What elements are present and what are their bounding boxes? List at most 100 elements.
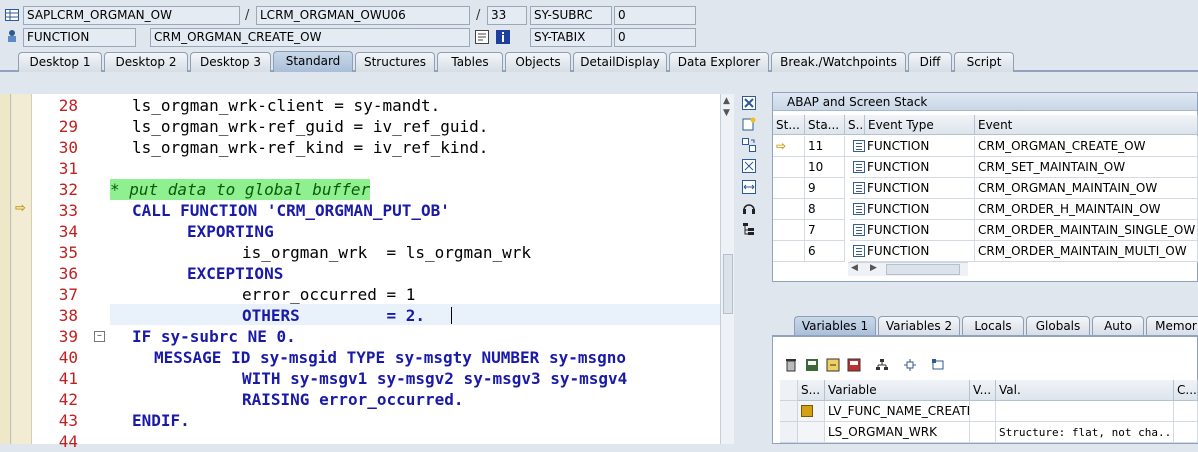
stack-event-cell: CRM_ORGMAN_CREATE_OW [975,136,1198,157]
scroll-thumb[interactable] [886,264,960,275]
line-number: 40 [58,348,78,367]
info-icon[interactable] [496,30,510,44]
stack-horizontal-scrollbar[interactable]: ◀ ▶ [848,262,968,276]
sy-subrc-value[interactable]: 0 [614,6,696,25]
stack-col-s[interactable]: S... [845,115,865,135]
vars-col-s[interactable]: S... [798,380,825,401]
line-number-field[interactable]: 33 [487,6,527,25]
stack-level-cell: 6 [805,241,845,262]
stack-type-cell: FUNCTION [850,220,975,241]
sy-tabix-label[interactable]: SY-TABIX [530,28,612,47]
tab-data-explorer[interactable]: Data Explorer [669,52,769,72]
code-text: is_orgman_wrk = ls_orgman_wrk [242,243,531,262]
display-source-icon[interactable] [475,30,489,44]
export-icon[interactable] [846,358,862,374]
tab-standard[interactable]: Standard [273,51,353,72]
tab-desktop-2[interactable]: Desktop 2 [104,52,188,72]
code-text: WITH sy-msgv1 sy-msgv2 sy-msgv3 sy-msgv4 [242,369,628,388]
event-name-field[interactable]: CRM_ORGMAN_CREATE_OW [150,28,470,47]
tree-icon[interactable] [874,358,890,374]
tab-objects[interactable]: Objects [505,52,571,72]
line-number: 42 [58,390,78,409]
sy-tabix-value[interactable]: 0 [614,28,696,47]
code-text: EXPORTING [187,222,274,241]
tab-desktop-1[interactable]: Desktop 1 [18,52,102,72]
function-icon [853,140,865,152]
fit-icon[interactable] [741,159,757,175]
code-text: EXCEPTIONS [187,264,284,283]
stack-col-level[interactable]: Sta... [805,115,845,135]
tab-variables-1[interactable]: Variables 1 [794,316,876,336]
tab-auto[interactable]: Auto [1092,316,1144,336]
editor-vertical-scrollbar[interactable]: ▲ ▼ [720,94,734,444]
include-field[interactable]: LCRM_ORGMAN_OWU06 [256,6,470,25]
tab-memory[interactable]: Memor [1146,316,1198,336]
code-text: CALL FUNCTION 'CRM_ORGMAN_PUT_OB' [132,201,450,220]
tab-break-watchpoints[interactable]: Break./Watchpoints [771,52,906,72]
scroll-thumb[interactable] [723,254,733,314]
delete-icon[interactable] [783,358,799,374]
scroll-right-icon[interactable]: ▶ [870,263,877,273]
tab-diff[interactable]: Diff [908,52,952,72]
tab-tables[interactable]: Tables [437,52,503,72]
scroll-down-icon[interactable]: ▼ [723,108,730,118]
line-number: 29 [58,117,78,136]
stack-level-cell: 8 [805,199,845,220]
tree-icon[interactable] [741,222,757,238]
program-field[interactable]: SAPLCRM_ORGMAN_OW [23,6,240,25]
tab-script[interactable]: Script [954,52,1014,72]
headset-icon[interactable] [741,201,757,217]
line-number: 43 [58,411,78,430]
separator: / [245,8,250,23]
tab-locals[interactable]: Locals [962,316,1024,336]
scroll-left-icon[interactable]: ◀ [851,263,858,273]
stack-col-event-type[interactable]: Event Type [865,115,975,135]
stack-col-event[interactable]: Event [975,115,1198,135]
text-cursor [451,307,452,324]
code-text: ls_orgman_wrk-ref_kind = iv_ref_kind. [132,138,489,157]
vars-col-c[interactable]: C... [1174,380,1198,401]
row-selector[interactable] [780,401,798,422]
line-number: 44 [58,432,78,451]
function-icon [853,161,865,173]
swap-icon[interactable] [741,138,757,154]
line-number: 30 [58,138,78,157]
import-icon[interactable] [825,358,841,374]
expand-icon[interactable] [741,180,757,196]
line-number: 28 [58,96,78,115]
stack-col-status[interactable]: St... [773,115,805,135]
stack-type-cell: FUNCTION [850,241,975,262]
stack-type-cell: FUNCTION [850,136,975,157]
new-icon[interactable] [741,117,757,133]
tab-desktop-3[interactable]: Desktop 3 [190,52,271,72]
tab-structures[interactable]: Structures [355,52,435,72]
row-selector-header[interactable] [780,380,798,401]
event-type-field[interactable]: FUNCTION [23,28,136,47]
sy-subrc-label[interactable]: SY-SUBRC [530,6,612,25]
filter-icon[interactable] [930,358,946,374]
function-icon [853,203,865,215]
tab-variables-2[interactable]: Variables 2 [878,316,960,336]
stack-type-cell: FUNCTION [850,157,975,178]
vars-col-variable[interactable]: Variable [825,380,970,401]
save-icon[interactable] [804,358,820,374]
vars-name-cell[interactable]: LV_FUNC_NAME_CREATE... [825,401,970,422]
row-selector[interactable] [780,422,798,443]
vars-col-v[interactable]: V... [970,380,996,401]
comment-text: * put data to global buffer [110,179,371,200]
collapse-icon[interactable]: – [94,331,105,342]
function-icon [853,224,865,236]
vars-value-cell[interactable]: Structure: flat, not cha... [996,422,1174,443]
stack-status-cell [773,157,805,178]
tab-globals[interactable]: Globals [1026,316,1090,336]
line-number: 41 [58,369,78,388]
sync-icon[interactable] [902,358,918,374]
scroll-up-icon[interactable]: ▲ [723,96,730,106]
vars-col-value[interactable]: Val. [996,380,1174,401]
line-number: 38 [58,306,78,325]
close-icon[interactable] [741,96,757,112]
event-type-icon [6,29,20,43]
tab-detail-display[interactable]: DetailDisplay [573,52,667,72]
vars-name-cell[interactable]: LS_ORGMAN_WRK [825,422,970,443]
vars-value-cell[interactable] [996,401,1174,422]
